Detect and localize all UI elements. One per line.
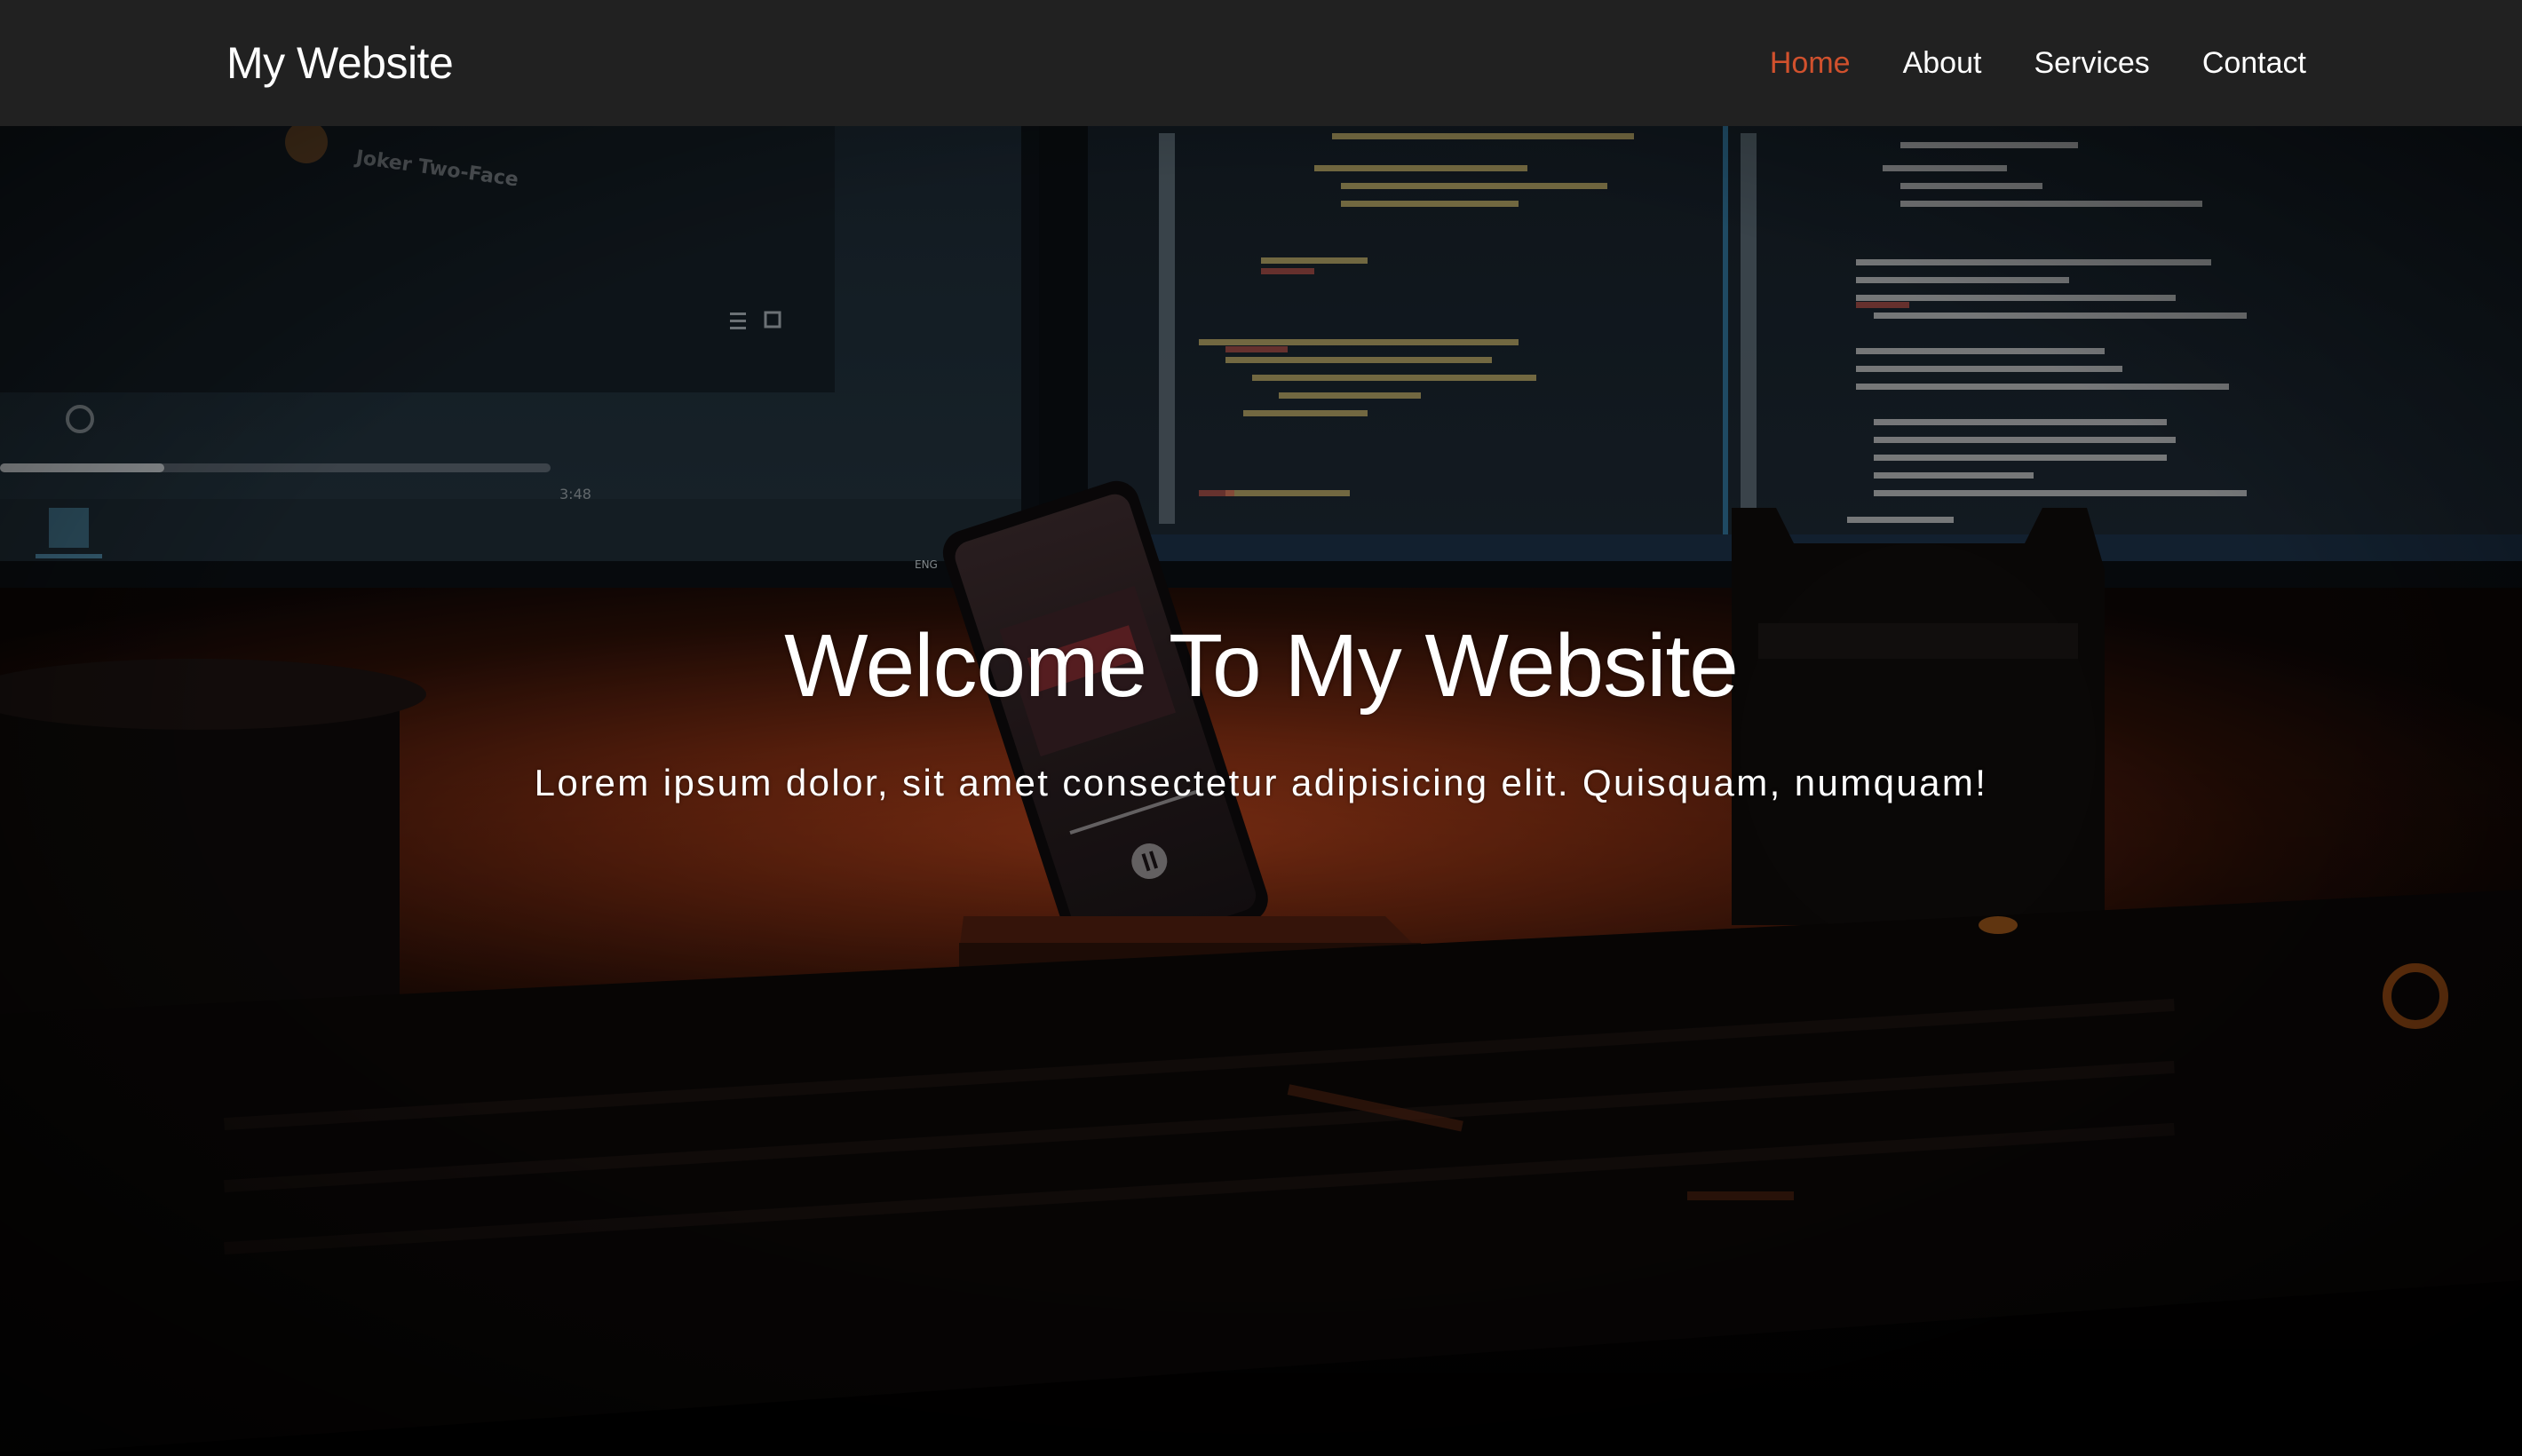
nav-item-services: Services (2034, 43, 2149, 83)
nav-link-services[interactable]: Services (2034, 46, 2149, 80)
nav-link-about[interactable]: About (1903, 46, 1982, 80)
hero-subtitle: Lorem ipsum dolor, sit amet consectetur … (534, 762, 1988, 803)
nav-links: Home About Services Contact (1770, 43, 2306, 83)
hero-section: Joker Two-Face 3:48 ENG (0, 126, 2522, 1456)
brand-logo-link[interactable]: My Website (226, 36, 454, 91)
page: My Website Home About Services Contact W… (0, 0, 2522, 1456)
nav-item-about: About (1903, 43, 1982, 83)
nav-item-home: Home (1770, 43, 1851, 83)
nav-link-home[interactable]: Home (1770, 46, 1851, 80)
navbar: My Website Home About Services Contact (0, 0, 2522, 126)
nav-item-contact: Contact (2202, 43, 2306, 83)
hero-title: Welcome To My Website (784, 616, 1739, 716)
nav-link-contact[interactable]: Contact (2202, 46, 2306, 80)
